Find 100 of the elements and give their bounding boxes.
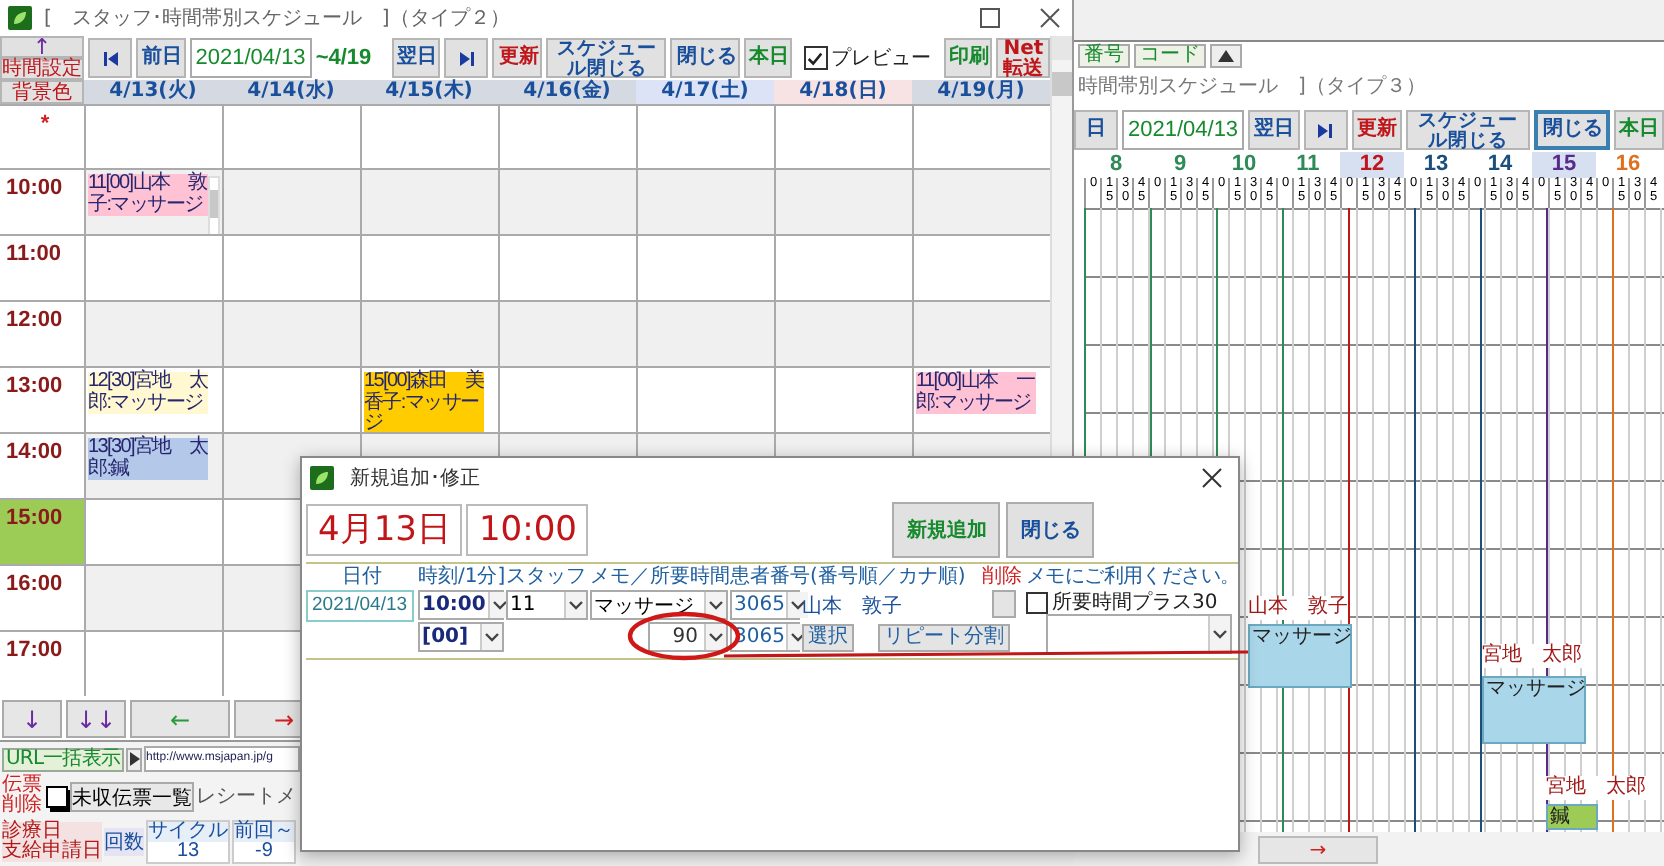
schedule-cell[interactable] — [774, 168, 913, 234]
schedule-cell[interactable] — [498, 366, 637, 432]
app-icon — [8, 6, 32, 30]
toolbar-button[interactable]: 日 — [1074, 110, 1118, 150]
schedule-cell[interactable] — [636, 168, 775, 234]
repeat-split-button[interactable]: リピート分割 — [878, 624, 1010, 652]
schedule-cell[interactable] — [774, 300, 913, 366]
schedule-cell[interactable] — [222, 168, 360, 234]
toolbar-button[interactable]: 本日 — [743, 38, 793, 78]
close-icon[interactable] — [1202, 468, 1222, 488]
date-field[interactable]: 2021/04/13 — [306, 590, 414, 622]
appointment-entry[interactable]: 13[30]宮地 太郎:鍼 — [88, 438, 208, 480]
next-button[interactable]: → — [1258, 836, 1378, 864]
toolbar-button[interactable]: 前日 — [136, 38, 186, 78]
close-icon[interactable] — [1040, 8, 1060, 28]
toolbar-button[interactable]: スケジュール閉じる — [1405, 110, 1531, 150]
schedule-cell[interactable] — [222, 104, 360, 168]
toolbar-button[interactable]: 閉じる — [670, 38, 740, 78]
schedule-cell[interactable] — [636, 300, 775, 366]
schedule-cell[interactable] — [774, 366, 913, 432]
maximize-icon[interactable] — [980, 8, 1000, 28]
schedule-cell[interactable] — [360, 300, 498, 366]
schedule-cell[interactable] — [84, 630, 222, 696]
appointment-entry[interactable]: 11[00]山本 一郎:マッサージ — [916, 372, 1037, 414]
arrow-button[interactable]: ↓↓ — [66, 700, 126, 738]
schedule-cell[interactable] — [498, 168, 637, 234]
last-day-button[interactable] — [444, 38, 489, 78]
delete-button[interactable] — [992, 590, 1016, 618]
toolbar-button[interactable]: スケジュール閉じる — [546, 38, 667, 78]
schedule-cell[interactable] — [84, 234, 222, 300]
schedule-cell[interactable]: 15[00]森田 美香子:マッサージ — [360, 366, 498, 432]
schedule-cell[interactable]: 12[30]宮地 太郎:マッサージ — [84, 366, 222, 432]
scroll-up-button[interactable]: ↑ — [0, 36, 84, 58]
unpaid-list-button[interactable]: 未収伝票一覧 — [70, 781, 194, 811]
duration-select[interactable]: 90 — [648, 622, 728, 652]
previous-label: 前回～ — [234, 822, 294, 842]
schedule-cell[interactable] — [84, 498, 222, 564]
chevron-down-icon — [480, 624, 502, 650]
appointment-block[interactable]: 鍼 — [1546, 804, 1598, 830]
tab-button[interactable]: コード — [1134, 43, 1206, 67]
toolbar-button[interactable]: 翌日 — [391, 38, 441, 78]
schedule-cell[interactable] — [360, 234, 498, 300]
time-select[interactable]: 10:00 — [418, 590, 504, 620]
background-color-button[interactable]: 背景色 — [0, 80, 84, 104]
schedule-cell[interactable] — [222, 234, 360, 300]
appointment-entry[interactable]: 15[00]森田 美香子:マッサージ — [364, 372, 484, 435]
toolbar-button[interactable]: 印刷 — [943, 38, 993, 78]
schedule-cell[interactable] — [498, 104, 637, 168]
preview-checkbox[interactable] — [804, 46, 828, 70]
schedule-cell[interactable] — [84, 564, 222, 630]
schedule-cell[interactable] — [912, 168, 1051, 234]
tab-button[interactable]: 番号 — [1078, 43, 1130, 67]
scroll-up-button[interactable] — [1210, 43, 1242, 67]
appointment-entry[interactable]: 12[30]宮地 太郎:マッサージ — [88, 372, 208, 414]
schedule-cell[interactable] — [222, 300, 360, 366]
schedule-cell[interactable] — [774, 234, 913, 300]
delete-checkbox[interactable] — [46, 785, 68, 807]
first-day-button[interactable] — [88, 38, 132, 78]
toolbar-button[interactable]: Net転送 — [996, 38, 1051, 78]
schedule-cell[interactable] — [498, 300, 637, 366]
extra-time-checkbox[interactable] — [1026, 591, 1048, 613]
schedule-cell[interactable] — [912, 300, 1051, 366]
schedule-cell[interactable]: 11[00]山本 敦子:マッサージ — [84, 168, 222, 234]
select-button[interactable]: 選択 — [802, 624, 854, 652]
date-field[interactable]: 2021/04/13 — [189, 38, 312, 78]
toolbar-button[interactable]: 翌日 — [1248, 110, 1300, 150]
schedule-cell[interactable] — [498, 234, 637, 300]
schedule-cell[interactable] — [912, 234, 1051, 300]
last-day-button[interactable] — [1303, 110, 1348, 150]
schedule-cell[interactable] — [636, 104, 775, 168]
dialog-button[interactable]: 新規追加 — [892, 502, 1001, 558]
schedule-cell[interactable] — [636, 234, 775, 300]
schedule-cell[interactable]: 11[00]山本 一郎:マッサージ — [912, 366, 1051, 432]
appointment-entry[interactable]: 11[00]山本 敦子:マッサージ — [88, 174, 208, 216]
schedule-cell[interactable] — [636, 366, 775, 432]
schedule-cell[interactable] — [912, 104, 1051, 168]
url-button[interactable]: URL一括表示 — [2, 747, 125, 771]
schedule-cell[interactable] — [84, 104, 222, 168]
toolbar-button[interactable]: 閉じる — [1534, 110, 1610, 150]
schedule-cell[interactable] — [360, 104, 498, 168]
minute-select[interactable]: [00] — [418, 622, 504, 652]
toolbar-button[interactable]: 本日 — [1613, 110, 1664, 150]
play-button[interactable] — [126, 747, 143, 771]
appointment-block[interactable]: マッサージ — [1248, 624, 1352, 688]
staff-select[interactable]: 11 — [506, 590, 588, 620]
schedule-cell[interactable] — [360, 168, 498, 234]
schedule-cell[interactable] — [222, 366, 360, 432]
dialog-button[interactable]: 閉じる — [1006, 502, 1095, 558]
toolbar-button[interactable]: 更新 — [1351, 110, 1402, 150]
schedule-cell[interactable] — [774, 104, 913, 168]
date-field[interactable]: 2021/04/13 — [1122, 110, 1245, 150]
memo-field[interactable] — [1046, 614, 1232, 654]
column-label: 日付 — [340, 564, 384, 590]
arrow-button[interactable]: ↓ — [2, 700, 62, 738]
schedule-cell[interactable] — [84, 300, 222, 366]
schedule-cell[interactable]: 13[30]宮地 太郎:鍼 — [84, 432, 222, 498]
time-settings-button[interactable]: 時間設定 — [0, 58, 84, 80]
cell-scrollbar[interactable] — [208, 176, 220, 236]
toolbar-button[interactable]: 更新 — [492, 38, 543, 78]
appointment-block[interactable]: マッサージ — [1482, 676, 1586, 744]
